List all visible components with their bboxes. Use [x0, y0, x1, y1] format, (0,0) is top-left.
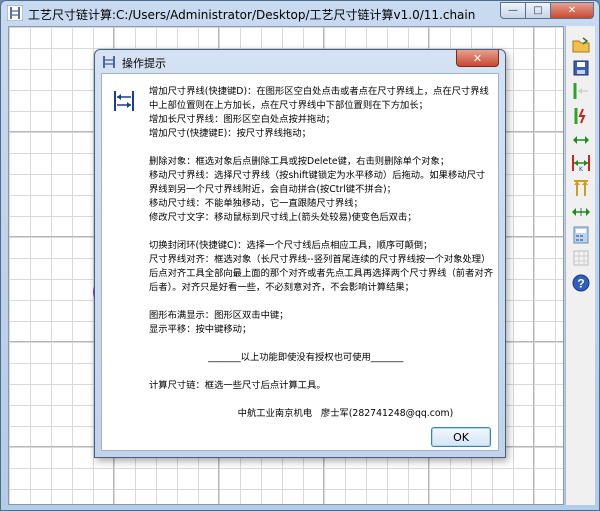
closed-loop-icon[interactable]	[570, 177, 592, 199]
dialog-body: 增加尺寸界线(快捷键D)：在图形区空白处点击或者点在尺寸界线上，点在尺寸界线中上…	[101, 73, 499, 451]
grid-line	[533, 27, 534, 504]
dialog-close-button[interactable]: ✕	[456, 50, 499, 67]
help-glyph: ?	[577, 277, 584, 291]
minimize-button[interactable]: —	[500, 2, 526, 19]
close-button[interactable]: ✕	[551, 2, 594, 19]
title-bar[interactable]: 工艺尺寸链计算:C:/Users/Administrator/Desktop/工…	[1, 1, 599, 25]
add-dimension-icon[interactable]	[570, 105, 592, 127]
open-folder-icon[interactable]	[570, 34, 592, 56]
ok-button[interactable]: OK	[431, 427, 491, 447]
save-disk-icon[interactable]	[570, 57, 592, 79]
add-dimension-boundary-icon[interactable]	[570, 80, 592, 102]
right-toolbar: K ?	[565, 26, 595, 505]
svg-text:K: K	[579, 166, 584, 172]
app-icon	[7, 5, 23, 21]
horizontal-arrows-icon[interactable]	[570, 201, 592, 223]
help-icon[interactable]: ?	[570, 272, 592, 294]
dialog-title: 操作提示	[122, 57, 166, 70]
dialog-message: 增加尺寸界线(快捷键D)：在图形区空白处点击或者点在尺寸界线上，点在尺寸界线中上…	[149, 86, 493, 419]
move-dimension-icon[interactable]	[570, 129, 592, 151]
align-dimension-icon[interactable]: K	[570, 152, 592, 174]
window-title: 工艺尺寸链计算:C:/Users/Administrator/Desktop/工…	[28, 8, 476, 22]
dialog-app-icon	[103, 56, 115, 68]
maximize-button[interactable]: □	[526, 2, 551, 19]
grid-icon[interactable]	[570, 247, 592, 269]
calculator-icon[interactable]	[570, 224, 592, 246]
dimension-boundary-icon	[114, 91, 134, 111]
operation-tips-dialog: 操作提示 ✕ 增加尺寸界线(快捷键D)：在图形区空白处点击或者点在尺寸界线上，点…	[94, 49, 506, 458]
window-controls: — □ ✕	[500, 2, 594, 20]
